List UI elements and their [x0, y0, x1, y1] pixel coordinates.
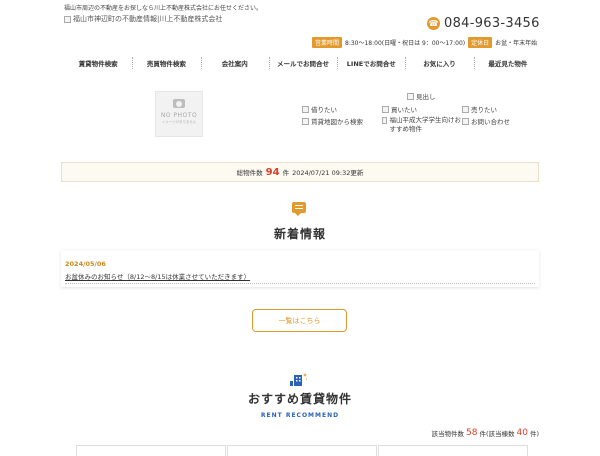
- news-divider: [65, 283, 535, 284]
- count-unit: 件: [282, 169, 290, 177]
- recommend-subheading: RENT RECOMMEND: [260, 412, 340, 419]
- property-card[interactable]: [227, 445, 377, 456]
- hours-badge: 営業時間: [312, 37, 343, 48]
- hours-text: 8:30～18:00(日曜・祝日は 9：00～17:00): [345, 40, 466, 47]
- link-student[interactable]: 福山平成大学学生向けおすすめ物件: [382, 116, 462, 134]
- site-logo[interactable]: 福山市神辺町の不動産情報|川上不動産株式会社: [64, 14, 222, 24]
- no-photo-image: NO PHOTO イメージがありません: [155, 91, 203, 137]
- phone-icon: ☎: [427, 17, 440, 30]
- count-number: 94: [265, 166, 280, 178]
- logo-alt-text: 福山市神辺町の不動産情報|川上不動産株式会社: [73, 15, 223, 23]
- broken-image-icon: [462, 117, 469, 125]
- banner-heading-image: 見出し: [407, 91, 436, 101]
- property-card[interactable]: [76, 445, 226, 456]
- no-photo-sub: イメージがありません: [161, 120, 197, 124]
- news-more-button[interactable]: 一覧はこちら: [252, 309, 347, 332]
- nav-company[interactable]: 会社案内: [200, 52, 269, 74]
- phone-number: 084-963-3456: [444, 16, 540, 31]
- building-number: 40: [516, 428, 528, 438]
- hit-unit: 件(該当棟数: [479, 430, 515, 438]
- hit-count: 該当物件数 58 件(該当棟数 40 件): [432, 428, 540, 438]
- nav-mail-contact[interactable]: メールでお問合せ: [268, 52, 337, 74]
- broken-image-icon: [382, 117, 388, 124]
- holiday-badge: 定休日: [468, 37, 493, 48]
- header-tagline: 福山市周辺の不動産をお探しなら川上不動産株式会社にお任せください。: [64, 5, 263, 12]
- holiday-text: お盆・年末年始: [495, 40, 538, 47]
- nav-rent-search[interactable]: 賃貸物件検索: [64, 52, 132, 74]
- nav-sale-search[interactable]: 売買物件検索: [132, 52, 200, 74]
- link-rent-map[interactable]: 賃貸地図から検索: [302, 116, 363, 126]
- no-photo-text: NO PHOTO: [160, 112, 198, 119]
- nav-recently-viewed[interactable]: 最近見た物件: [473, 52, 542, 74]
- broken-image-icon: [462, 105, 469, 113]
- news-heading: 新着情報: [273, 227, 326, 241]
- camera-icon: [173, 99, 185, 108]
- hit-label: 該当物件数: [431, 430, 465, 438]
- link-rent[interactable]: 借りたい: [302, 104, 337, 114]
- broken-image-icon: [302, 117, 309, 125]
- property-count-bar: 総物件数 94 件 2024/07/21 09:32更新: [61, 162, 539, 182]
- news-title-link[interactable]: お盆休みのお知らせ（8/12～8/15は休業させていただきます）: [65, 271, 250, 281]
- phone-contact[interactable]: ☎ 084-963-3456: [427, 16, 540, 31]
- hit-number: 58: [466, 428, 478, 438]
- business-hours: 営業時間 8:30～18:00(日曜・祝日は 9：00～17:00) 定休日 お…: [312, 37, 537, 48]
- nav-favorites[interactable]: お気に入り: [405, 52, 473, 74]
- chat-icon: [292, 202, 306, 216]
- count-label: 総物件数: [236, 169, 263, 177]
- property-card[interactable]: [378, 445, 528, 456]
- broken-image-icon: [407, 92, 414, 100]
- broken-image-icon: [382, 105, 389, 113]
- global-nav: 賃貸物件検索 売買物件検索 会社案内 メールでお問合せ LINEでお問合せ お気…: [64, 52, 542, 74]
- building-unit: 件): [529, 430, 539, 438]
- recommend-heading: おすすめ賃貸物件: [247, 392, 352, 406]
- news-date: 2024/05/06: [65, 260, 106, 268]
- nav-line-contact[interactable]: LINEでお問合せ: [337, 52, 405, 74]
- link-contact[interactable]: お問い合わせ: [462, 116, 510, 126]
- news-list: 2024/05/06 お盆休みのお知らせ（8/12～8/15は休業させていただき…: [61, 250, 539, 287]
- broken-image-icon: [64, 15, 71, 23]
- link-sell[interactable]: 売りたい: [462, 104, 497, 114]
- broken-image-icon: [302, 105, 309, 113]
- count-updated: 2024/07/21 09:32更新: [292, 169, 364, 177]
- link-buy[interactable]: 買いたい: [382, 104, 417, 114]
- building-icon: [290, 373, 308, 386]
